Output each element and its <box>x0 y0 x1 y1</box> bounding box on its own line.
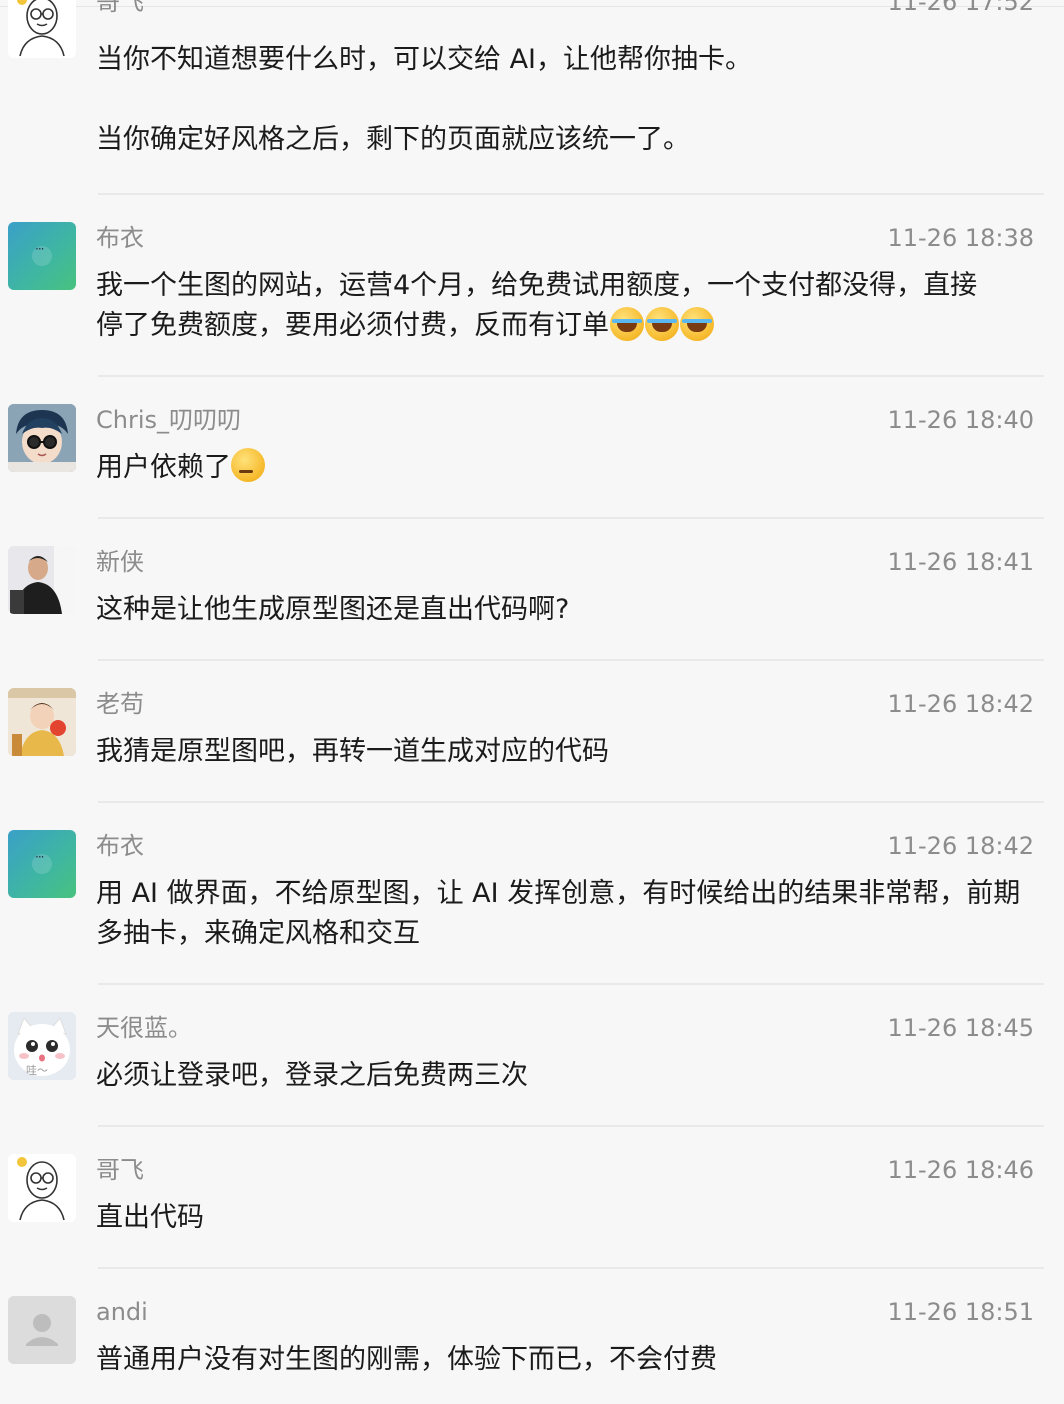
message-line: 当你不知道想要什么时，可以交给 AI，让他帮你抽卡。 <box>96 44 753 75</box>
avatar[interactable] <box>8 404 76 472</box>
tears-of-joy-icon <box>610 306 644 341</box>
message-text: 这种是让他生成原型图还是直出代码啊? <box>96 590 1036 630</box>
username[interactable]: Chris_叨叨叨 <box>96 406 241 434</box>
child-photo-icon <box>8 688 76 756</box>
avatar[interactable] <box>8 830 76 898</box>
emoji-group <box>609 306 714 347</box>
message-text: 我猜是原型图吧，再转一道生成对应的代码 <box>96 732 1036 772</box>
message-line: 普通用户没有对生图的刚需，体验下而已，不会付费 <box>96 1344 717 1375</box>
avatar-glyph-icon <box>32 242 52 266</box>
avatar[interactable] <box>8 688 76 756</box>
message-text: 用 AI 做界面，不给原型图，让 AI 发挥创意，有时候给出的结果非常帮，前期多… <box>96 874 1036 954</box>
avatar-caption: 哇～ <box>26 1064 48 1077</box>
message-line: 我猜是原型图吧，再转一道生成对应的代码 <box>96 736 609 767</box>
username[interactable]: 哥飞 <box>96 0 144 16</box>
tears-of-joy-icon <box>645 306 679 341</box>
avatar[interactable] <box>8 1296 76 1364</box>
message-text: 必须让登录吧，登录之后免费两三次 <box>96 1056 1036 1096</box>
divider <box>98 517 1044 519</box>
divider <box>98 659 1044 661</box>
message-line: 直出代码 <box>96 1202 204 1233</box>
bald-man-icon <box>8 0 76 58</box>
username[interactable]: andi <box>96 1298 148 1326</box>
tears-of-joy-icon <box>680 306 714 341</box>
man-photo-icon <box>8 546 76 614</box>
thinking-face-icon <box>231 448 265 482</box>
avatar[interactable] <box>8 1154 76 1222</box>
anime-boy-icon <box>8 404 76 472</box>
timestamp: 11-26 18:42 <box>887 690 1034 718</box>
username[interactable]: 新侠 <box>96 548 144 576</box>
default-user-icon <box>8 1296 76 1364</box>
comment-feed: 哥飞 11-26 17:52 当你不知道想要什么时，可以交给 AI，让他帮你抽卡… <box>0 0 1064 1404</box>
avatar[interactable] <box>8 222 76 290</box>
divider <box>98 375 1044 377</box>
username[interactable]: 布衣 <box>96 832 144 860</box>
avatar-glyph-icon <box>32 850 52 874</box>
timestamp: 11-26 18:40 <box>887 406 1034 434</box>
divider <box>98 983 1044 985</box>
divider <box>98 193 1044 195</box>
message-line: 停了免费额度，要用必须付费，反而有订单 <box>96 310 609 341</box>
message-line: 当你确定好风格之后，剩下的页面就应该统一了。 <box>96 124 690 155</box>
username[interactable]: 哥飞 <box>96 1156 144 1184</box>
message-line: 我一个生图的网站，运营4个月，给免费试用额度，一个支付都没得，直接 <box>96 270 978 301</box>
message-line: 多抽卡，来确定风格和交互 <box>96 918 420 949</box>
timestamp: 11-26 18:41 <box>887 548 1034 576</box>
message-text: 当你不知道想要什么时，可以交给 AI，让他帮你抽卡。 当你确定好风格之后，剩下的页… <box>96 40 1036 160</box>
timestamp: 11-26 18:51 <box>887 1298 1034 1326</box>
username[interactable]: 布衣 <box>96 224 144 252</box>
avatar[interactable] <box>8 0 76 58</box>
message-text: 我一个生图的网站，运营4个月，给免费试用额度，一个支付都没得，直接 停了免费额度，… <box>96 266 1036 347</box>
timestamp: 11-26 18:46 <box>887 1156 1034 1184</box>
divider <box>98 1267 1044 1269</box>
timestamp: 11-26 18:42 <box>887 832 1034 860</box>
message-line: 用户依赖了 <box>96 452 231 483</box>
username[interactable]: 天很蓝。 <box>96 1014 192 1042</box>
divider <box>98 1125 1044 1127</box>
message-text: 普通用户没有对生图的刚需，体验下而已，不会付费 <box>96 1340 1036 1380</box>
message-line: 用 AI 做界面，不给原型图，让 AI 发挥创意，有时候给出的结果非常帮，前期 <box>96 878 1021 909</box>
divider <box>98 801 1044 803</box>
timestamp: 11-26 17:52 <box>887 0 1034 16</box>
message-text: 直出代码 <box>96 1198 1036 1238</box>
avatar[interactable] <box>8 546 76 614</box>
bald-man-icon <box>8 1154 76 1222</box>
message-line: 必须让登录吧，登录之后免费两三次 <box>96 1060 528 1091</box>
username[interactable]: 老苟 <box>96 690 144 718</box>
message-text: 用户依赖了 <box>96 448 1036 488</box>
timestamp: 11-26 18:45 <box>887 1014 1034 1042</box>
timestamp: 11-26 18:38 <box>887 224 1034 252</box>
avatar[interactable]: 哇～ <box>8 1012 76 1080</box>
message-line: 这种是让他生成原型图还是直出代码啊? <box>96 594 570 625</box>
